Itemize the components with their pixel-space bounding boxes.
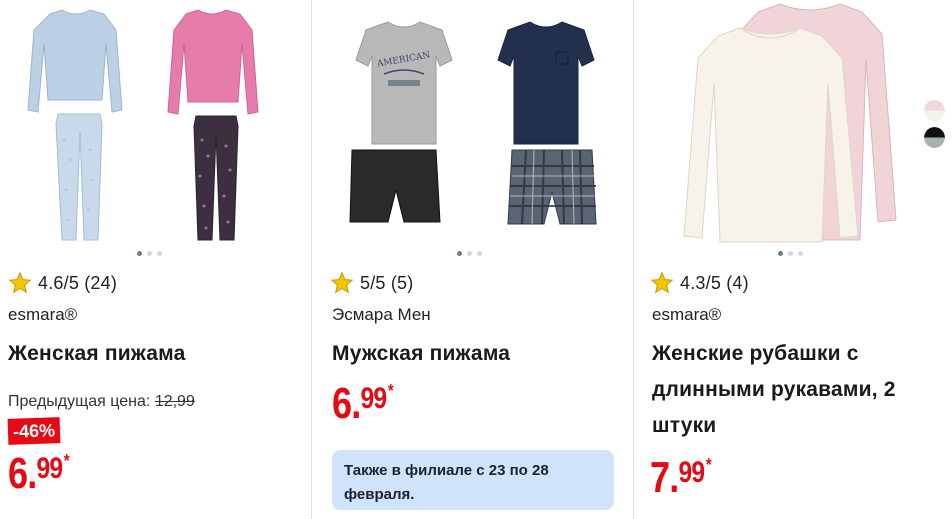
star-icon [330, 271, 354, 294]
price-integer: 6. [8, 449, 37, 498]
price-integer: 6. [332, 379, 361, 428]
carousel-dots[interactable] [137, 251, 162, 257]
product-title[interactable]: Мужская пижама [332, 336, 510, 372]
color-swatches[interactable] [924, 100, 945, 148]
color-swatch-pink-white[interactable] [924, 100, 945, 121]
product-image[interactable]: AMERICAN [312, 0, 633, 246]
rating-text: 4.6/5 (24) [38, 272, 118, 293]
price-asterisk: * [387, 381, 394, 401]
price: 6.99* [8, 449, 70, 498]
rating-text: 5/5 (5) [360, 272, 414, 293]
carousel-dots[interactable] [457, 251, 482, 257]
brand: esmara® [8, 305, 78, 324]
carousel-dot[interactable] [467, 251, 472, 256]
brand: Эсмара Мен [332, 305, 431, 324]
rating-text: 4.3/5 (4) [680, 272, 749, 293]
product-title[interactable]: Женская пижама [8, 336, 185, 372]
product-image[interactable] [0, 0, 311, 246]
carousel-dot[interactable] [788, 251, 793, 256]
price-asterisk: * [705, 455, 712, 475]
previous-price: Предыдущая цена: 12,99 [8, 393, 195, 411]
carousel-dot[interactable] [778, 251, 783, 256]
star-icon [8, 271, 32, 294]
price-asterisk: * [63, 451, 70, 471]
rating[interactable]: 4.6/5 (24) [8, 271, 117, 295]
color-swatch-black-grey[interactable] [924, 127, 945, 148]
brand: esmara® [652, 305, 722, 324]
pajama-image: AMERICAN [349, 21, 597, 225]
availability-notice: Также в филиале с 23 по 28 февраля. [332, 450, 614, 510]
product-grid: 4.6/5 (24) esmara® Женская пижама Предыд… [0, 0, 952, 519]
price-decimals: 99 [36, 452, 63, 485]
product-card-mens-pajama[interactable]: AMERICAN 5/5 (5) Эсмара Мен Мужская пижа… [312, 0, 634, 519]
carousel-dot[interactable] [137, 251, 142, 256]
price: 6.99* [332, 379, 394, 428]
price: 7.99* [650, 453, 712, 502]
discount-badge: -46% [7, 417, 61, 445]
rating[interactable]: 4.3/5 (4) [650, 271, 749, 295]
price-integer: 7. [650, 453, 679, 502]
product-card-womens-longsleeve[interactable]: 4.3/5 (4) esmara® Женские рубашки с длин… [634, 0, 952, 519]
previous-price-value: 12,99 [154, 393, 195, 410]
carousel-dot[interactable] [157, 251, 162, 256]
pajama-image [27, 9, 259, 241]
carousel-dot[interactable] [147, 251, 152, 256]
carousel-dot[interactable] [477, 251, 482, 256]
price-decimals: 99 [678, 456, 705, 489]
carousel-dot[interactable] [457, 251, 462, 256]
product-image[interactable] [634, 0, 952, 246]
carousel-dots[interactable] [778, 251, 803, 257]
carousel-dot[interactable] [798, 251, 803, 256]
price-decimals: 99 [360, 382, 387, 415]
star-icon [650, 271, 674, 294]
product-card-womens-pajama[interactable]: 4.6/5 (24) esmara® Женская пижама Предыд… [0, 0, 312, 519]
product-title[interactable]: Женские рубашки с длинными рукавами, 2 ш… [652, 336, 922, 444]
previous-price-label: Предыдущая цена: [8, 393, 151, 410]
rating[interactable]: 5/5 (5) [330, 271, 413, 295]
longsleeve-image [683, 3, 897, 243]
